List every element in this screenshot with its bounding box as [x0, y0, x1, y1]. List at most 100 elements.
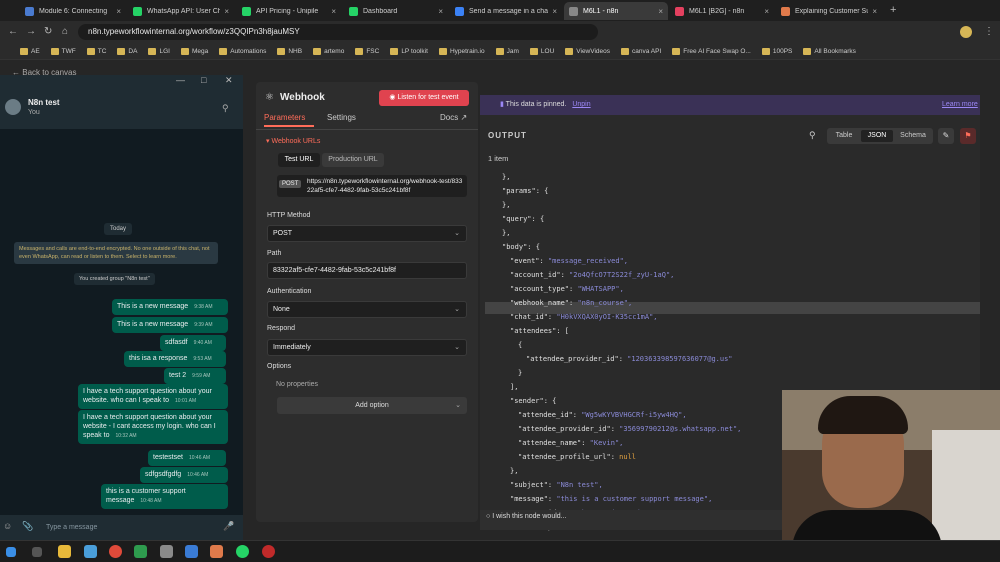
bookmark-item[interactable]: TWF: [50, 47, 76, 55]
app-icon[interactable]: [84, 545, 97, 558]
json-key: "attendee_provider_id":: [526, 355, 628, 363]
tab-test-url[interactable]: Test URL: [278, 153, 320, 167]
browser-tab[interactable]: WhatsApp API: User Chat ×: [128, 2, 234, 20]
whatsapp-taskbar-icon[interactable]: [236, 545, 249, 558]
message-bubble[interactable]: I have a tech support question about you…: [78, 410, 228, 444]
docs-link[interactable]: Docs ↗: [440, 113, 467, 122]
message-input[interactable]: Type a message: [46, 524, 97, 531]
bookmark-item[interactable]: canva API: [621, 47, 661, 55]
browser-tab[interactable]: API Pricing - Unipile ×: [237, 2, 341, 20]
avatar[interactable]: [960, 26, 972, 38]
tab-json[interactable]: JSON: [861, 130, 893, 142]
message-text: sdfasdf: [165, 339, 188, 346]
task-view-icon[interactable]: [32, 547, 42, 557]
browser-tab[interactable]: M6L1 - n8n ×: [564, 2, 668, 20]
bookmark-item[interactable]: DA: [117, 47, 137, 55]
windows-start-icon[interactable]: [6, 547, 16, 557]
close-tab-icon[interactable]: ×: [112, 7, 121, 16]
message-bubble[interactable]: this isa a response 9:53 AM: [124, 351, 226, 367]
chrome-icon[interactable]: [109, 545, 122, 558]
webhook-urls-toggle[interactable]: ▾ Webhook URLs: [266, 137, 320, 145]
message-bubble[interactable]: sdfgsdfgdfg 10:46 AM: [140, 467, 228, 483]
app-icon-5[interactable]: [262, 545, 275, 558]
browser-tab-bar: Module 6: Connecting × WhatsApp API: User …: [0, 0, 1000, 21]
home-icon[interactable]: ⌂: [62, 26, 68, 37]
bookmark-item[interactable]: LP toolkit: [390, 47, 428, 55]
encryption-note[interactable]: Messages and calls are end-to-end encryp…: [14, 242, 218, 264]
tab-table[interactable]: Table: [829, 130, 859, 142]
tab-settings[interactable]: Settings: [327, 113, 356, 122]
browser-tab[interactable]: Explaining Customer Sup ×: [776, 2, 882, 20]
address-bar[interactable]: n8n.typeworkflowinternal.org/workflow/z3…: [78, 24, 598, 40]
close-tab-icon[interactable]: ×: [548, 7, 557, 16]
bookmark-item[interactable]: Jam: [495, 47, 519, 55]
bookmark-item[interactable]: LOU: [529, 47, 554, 55]
bookmark-item[interactable]: NHB: [277, 47, 302, 55]
browser-tab[interactable]: Dashboard ×: [344, 2, 448, 20]
back-arrow-icon[interactable]: ←: [8, 26, 18, 37]
reload-icon[interactable]: ↻: [44, 26, 52, 37]
bookmark-item[interactable]: Automations: [219, 47, 266, 55]
path-input[interactable]: 83322af5-cfe7-4482-9fab-53c5c241bf8f: [267, 262, 467, 279]
search-icon[interactable]: ⚲: [222, 103, 229, 114]
tab-schema[interactable]: Schema: [895, 130, 931, 142]
authentication-select[interactable]: None ⌄: [267, 301, 467, 318]
minimize-icon[interactable]: —: [176, 75, 185, 85]
bookmark-item[interactable]: artemo: [313, 47, 344, 55]
bookmark-item[interactable]: TC: [86, 47, 106, 55]
learn-more-link[interactable]: Learn more: [942, 95, 978, 115]
browser-tab[interactable]: Send a message in a chat ×: [450, 2, 562, 20]
edit-pencil-icon[interactable]: ✎: [938, 128, 954, 144]
close-icon[interactable]: ✕: [225, 75, 233, 86]
bookmark-item[interactable]: All Bookmarks: [803, 47, 856, 55]
bookmark-item[interactable]: Hypetrain.io: [438, 47, 485, 55]
add-option-button[interactable]: Add option ⌄: [277, 397, 467, 414]
sheets-icon[interactable]: [134, 545, 147, 558]
close-tab-icon[interactable]: ×: [868, 7, 877, 16]
tab-production-url[interactable]: Production URL: [322, 153, 384, 167]
bookmark-item[interactable]: FSC: [355, 47, 379, 55]
microphone-icon[interactable]: 🎤: [223, 521, 234, 532]
search-icon[interactable]: ⚲: [809, 130, 816, 141]
app-icon-2[interactable]: [160, 545, 173, 558]
pin-data-icon[interactable]: ⚑: [960, 128, 976, 144]
listen-for-test-event-button[interactable]: ◉ Listen for test event: [379, 90, 469, 106]
tab-favicon-icon: [675, 6, 684, 16]
bookmark-item[interactable]: 100PS: [761, 47, 792, 55]
webhook-url-box[interactable]: POST https://n8n.typeworkflowinternal.or…: [277, 175, 467, 197]
message-bubble[interactable]: This is a new message 9:38 AM: [112, 299, 228, 315]
bookmark-item[interactable]: ViewVideos: [565, 47, 610, 55]
message-bubble[interactable]: sdfasdf 9:40 AM: [160, 335, 226, 351]
close-tab-icon[interactable]: ×: [760, 7, 769, 16]
close-tab-icon[interactable]: ×: [220, 7, 229, 16]
app-icon-4[interactable]: [210, 545, 223, 558]
bookmark-item[interactable]: Free AI Face Swap O...: [672, 47, 751, 55]
forward-arrow-icon[interactable]: →: [26, 26, 36, 37]
unpin-link[interactable]: Unpin: [572, 101, 590, 108]
close-tab-icon[interactable]: ×: [434, 7, 443, 16]
message-bubble[interactable]: This is a new message 9:39 AM: [112, 317, 228, 333]
message-bubble[interactable]: I have a tech support question about you…: [78, 384, 228, 409]
http-method-select[interactable]: POST ⌄: [267, 225, 467, 242]
attach-icon[interactable]: 📎: [22, 521, 33, 532]
new-tab-icon[interactable]: +: [890, 4, 896, 16]
menu-icon[interactable]: ⋮: [984, 26, 994, 37]
browser-tab[interactable]: Module 6: Connecting ×: [20, 2, 126, 20]
maximize-icon[interactable]: □: [201, 75, 206, 85]
close-tab-icon[interactable]: ×: [654, 7, 663, 16]
file-explorer-icon[interactable]: [58, 545, 71, 558]
app-icon-3[interactable]: [185, 545, 198, 558]
browser-tab[interactable]: M6L1 [B2G] - n8n ×: [670, 2, 774, 20]
message-bubble[interactable]: testestset 10:46 AM: [148, 450, 226, 466]
bookmark-item[interactable]: Mega: [180, 47, 208, 55]
chat-header[interactable]: N8n test You ⚲: [0, 89, 243, 129]
bookmark-item[interactable]: AE: [20, 47, 40, 55]
close-tab-icon[interactable]: ×: [327, 7, 336, 16]
emoji-icon[interactable]: ☺: [3, 521, 12, 531]
chevron-down-icon: ⌄: [454, 230, 460, 237]
bookmark-item[interactable]: LGI: [148, 47, 170, 55]
message-bubble[interactable]: this is a customer support message 10:48 …: [101, 484, 228, 509]
tab-parameters[interactable]: Parameters: [264, 113, 305, 122]
message-bubble[interactable]: test 2 9:59 AM: [164, 368, 226, 384]
respond-select[interactable]: Immediately ⌄: [267, 339, 467, 356]
